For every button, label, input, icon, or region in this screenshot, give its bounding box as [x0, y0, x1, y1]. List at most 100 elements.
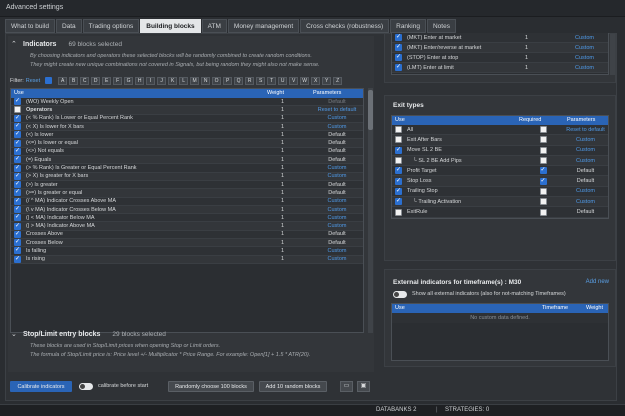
weight-cell[interactable]: 1 — [278, 256, 311, 262]
add-new-link[interactable]: Add new — [586, 279, 609, 285]
filter-letter-w[interactable]: W — [300, 76, 310, 85]
filter-all-checkbox[interactable] — [45, 77, 53, 84]
filter-letter-y[interactable]: Y — [322, 76, 332, 85]
use-checkbox[interactable] — [395, 197, 402, 206]
filter-letter-t[interactable]: T — [267, 76, 277, 85]
required-checkbox[interactable] — [539, 136, 547, 144]
required-checkbox[interactable] — [539, 157, 547, 165]
use-checkbox[interactable] — [395, 146, 402, 154]
filter-letter-i[interactable]: I — [146, 76, 156, 85]
use-checkbox[interactable] — [395, 126, 402, 134]
tab-money-management[interactable]: Money management — [227, 19, 300, 33]
parameters-cell[interactable]: Custom — [311, 223, 363, 229]
table-row[interactable]: (<>) Not equals 1Default — [11, 147, 363, 157]
weight-cell[interactable]: 1 — [278, 165, 311, 171]
weight-cell[interactable]: 1 — [278, 148, 311, 154]
table-row[interactable]: (<=) Is lower or equal 1Default — [11, 139, 363, 148]
parameters-cell[interactable]: Default — [311, 132, 363, 138]
use-checkbox[interactable] — [14, 205, 21, 213]
table-row[interactable]: (>) Is greater 1Default — [11, 180, 363, 190]
parameters-cell[interactable]: Custom — [563, 137, 608, 143]
required-checkbox[interactable] — [539, 177, 547, 185]
show-all-external-toggle[interactable] — [393, 291, 407, 298]
parameters-cell[interactable]: Default — [311, 240, 363, 246]
tab-trading-options[interactable]: Trading options — [82, 19, 140, 33]
table-row[interactable]: ExitRule Default — [392, 207, 608, 218]
exit-col-parameters[interactable]: Parameters — [564, 116, 608, 125]
use-checkbox[interactable] — [14, 213, 21, 222]
tab-ranking[interactable]: Ranking — [390, 19, 426, 33]
filter-reset-link[interactable]: Reset — [26, 78, 40, 84]
weight-cell[interactable]: 1 — [525, 65, 561, 71]
weight-cell[interactable]: 1 — [525, 35, 561, 41]
use-checkbox[interactable] — [14, 155, 21, 164]
table-row[interactable]: Crosses Above 1Default — [11, 230, 363, 240]
weight-cell[interactable]: 1 — [278, 107, 311, 113]
use-checkbox[interactable] — [14, 246, 21, 255]
table-row[interactable]: (MKT) Enter/reverse at market 1Custom — [392, 43, 608, 53]
randomly-choose-button[interactable]: Randomly choose 100 blocks — [168, 381, 254, 392]
ext-col-use[interactable]: Use — [392, 304, 539, 313]
filter-letter-r[interactable]: R — [245, 76, 255, 85]
calibrate-before-start-toggle[interactable] — [79, 383, 93, 390]
use-checkbox[interactable] — [14, 197, 21, 205]
use-checkbox[interactable] — [395, 177, 402, 185]
weight-cell[interactable]: 1 — [278, 140, 311, 146]
filter-letter-u[interactable]: U — [278, 76, 288, 85]
weight-cell[interactable]: 1 — [278, 132, 311, 138]
indicators-header[interactable]: ⌃ Indicators 69 blocks selected — [8, 38, 122, 50]
use-checkbox[interactable] — [395, 157, 402, 165]
table-row[interactable]: Crosses Below 1Default — [11, 238, 363, 248]
use-checkbox[interactable] — [395, 53, 402, 61]
tab-data[interactable]: Data — [55, 19, 82, 33]
filter-letter-j[interactable]: J — [157, 76, 167, 85]
parameters-cell[interactable]: Default — [563, 168, 608, 174]
exit-col-required[interactable]: Required — [516, 116, 564, 125]
ext-col-timeframe[interactable]: Timeframe — [539, 304, 583, 313]
parameters-cell[interactable]: Custom — [563, 188, 608, 194]
table-row[interactable]: (>=) Is greater or equal 1Default — [11, 188, 363, 198]
filter-letter-s[interactable]: S — [256, 76, 266, 85]
filter-letter-v[interactable]: V — [289, 76, 299, 85]
table-row[interactable]: (| > MA) Indicator Above MA 1Custom — [11, 222, 363, 231]
weight-cell[interactable]: 1 — [278, 115, 311, 121]
use-checkbox[interactable] — [14, 164, 21, 172]
parameters-cell[interactable]: Default — [563, 209, 608, 215]
tab-atm[interactable]: ATM — [201, 19, 227, 33]
filter-letter-a[interactable]: A — [58, 76, 68, 85]
parameters-cell[interactable]: Custom — [311, 115, 363, 121]
table-row[interactable]: └ SL 2 BE Add Pips Custom — [392, 155, 608, 167]
required-checkbox[interactable] — [539, 126, 547, 134]
indicators-scroll-thumb[interactable] — [368, 90, 373, 130]
filter-letter-b[interactable]: B — [69, 76, 79, 85]
strategies-status[interactable]: STRATEGIES: 0 — [445, 407, 489, 413]
use-checkbox[interactable] — [14, 230, 21, 238]
table-row[interactable]: (MKT) Enter at market 1Custom — [392, 33, 608, 43]
table-row[interactable]: (LMT) Enter at limit 1Custom — [392, 63, 608, 73]
table-row[interactable]: (| < MA) Indicator Below MA 1Custom — [11, 213, 363, 223]
weight-cell[interactable]: 1 — [278, 99, 311, 105]
weight-cell[interactable]: 1 — [278, 240, 311, 246]
table-row[interactable]: (< X) Is lower for X bars 1Custom — [11, 122, 363, 132]
weight-cell[interactable]: 1 — [278, 215, 311, 221]
use-checkbox[interactable] — [14, 238, 21, 247]
required-checkbox[interactable] — [539, 187, 547, 195]
table-row[interactable]: └ Trailing Activation Custom — [392, 197, 608, 208]
table-row[interactable]: (<) Is lower 1Default — [11, 130, 363, 140]
ext-col-weight[interactable]: Weight — [583, 304, 608, 313]
table-row[interactable]: (STOP) Enter at stop 1Custom — [392, 53, 608, 63]
parameters-cell[interactable]: Default — [311, 182, 363, 188]
table-row[interactable]: (=) Equals 1Default — [11, 155, 363, 165]
parameters-cell[interactable]: Custom — [311, 165, 363, 171]
save-icon[interactable]: ▣ — [357, 381, 370, 392]
parameters-cell[interactable]: Default — [311, 140, 363, 146]
table-row[interactable]: All Reset to default — [392, 125, 608, 136]
filter-letter-g[interactable]: G — [124, 76, 134, 85]
parameters-cell[interactable]: Custom — [311, 207, 363, 213]
table-row[interactable]: Is rising 1Custom — [11, 255, 363, 264]
parameters-cell[interactable]: Custom — [563, 158, 608, 164]
filter-letter-p[interactable]: P — [223, 76, 233, 85]
weight-cell[interactable]: 1 — [278, 248, 311, 254]
parameters-cell[interactable]: Default — [563, 178, 608, 184]
use-checkbox[interactable] — [395, 187, 402, 195]
